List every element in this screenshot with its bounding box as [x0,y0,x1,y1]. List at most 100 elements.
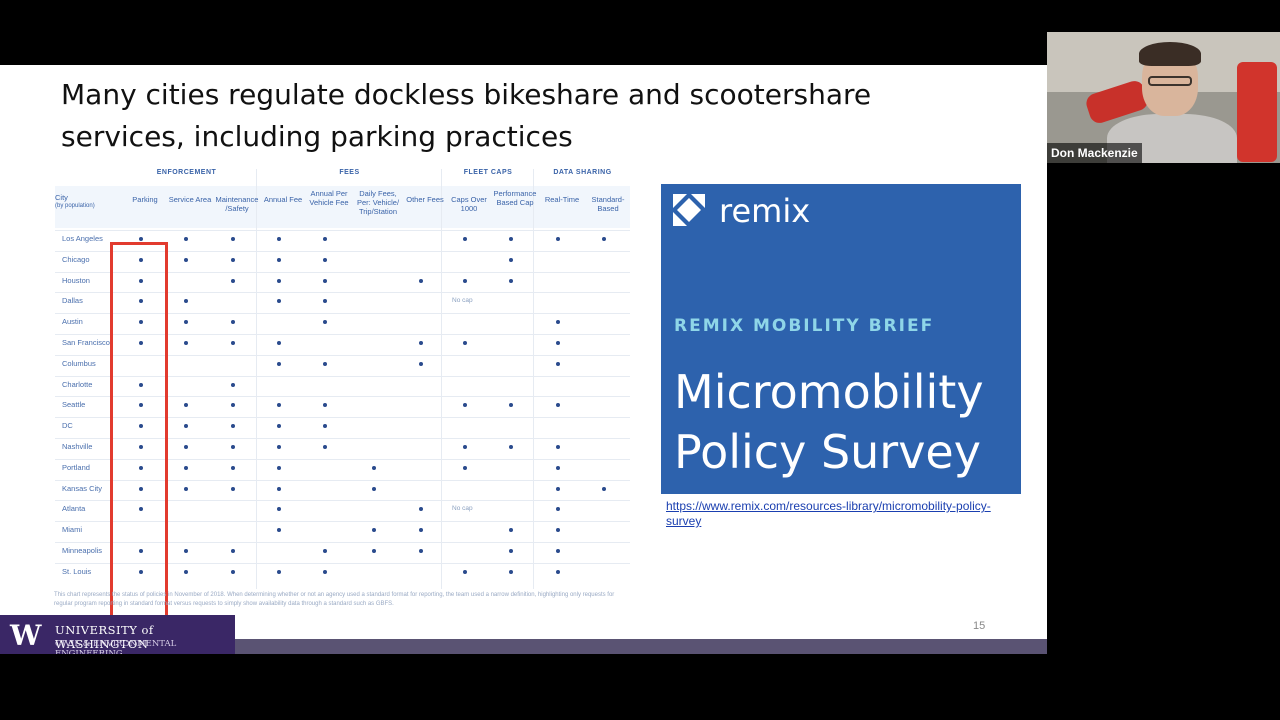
table-cell-dot [419,341,423,345]
column-header-10: Standard-Based [591,195,625,213]
table-cell-dot [372,486,376,491]
column-header-7: Caps Over 1000 [451,195,487,213]
table-cell-dot [277,486,281,491]
column-group-3: DATA SHARING [553,169,612,176]
table-cell-dot [509,237,513,241]
table-row-city: Atlanta [62,504,86,514]
table-cell-dot [231,257,235,262]
table-cell-dot [419,361,423,366]
table-cell-note: No cap [452,505,473,513]
table-cell-dot [231,320,235,325]
table-cell-dot [231,486,235,491]
table-cell-dot [556,486,560,491]
table-cell-dot [323,299,327,304]
table-cell-dot [277,403,281,408]
participant-video[interactable]: Don Mackenzie [1047,32,1280,163]
remix-brief-cover: remix REMIX MOBILITY BRIEF Micromobility… [661,184,1021,494]
table-cell-dot [509,549,513,553]
remix-brand-name: remix [719,192,811,230]
table-cell-dot [231,424,235,429]
table-cell-dot [184,257,188,262]
table-cell-dot [184,299,188,304]
table-cell-dot [602,486,606,491]
column-header-2: Maintenance /Safety [215,195,259,213]
column-header-4: Annual Per Vehicle Fee [309,189,349,207]
table-cell-dot [509,528,513,533]
table-cell-dot [372,549,376,553]
table-cell-dot [323,569,327,574]
presentation-slide: Many cities regulate dockless bikeshare … [0,65,1047,654]
table-cell-dot [419,549,423,553]
survey-link[interactable]: https://www.remix.com/resources-library/… [666,499,1006,529]
table-cell-dot [277,465,281,470]
table-cell-dot [556,403,560,408]
column-group-0: ENFORCEMENT [156,169,217,176]
table-cell-dot [231,445,235,449]
table-cell-dot [556,569,560,574]
department-name: CIVIL & ENVIRONMENTAL ENGINEERING [55,639,177,654]
table-cell-dot [556,445,560,449]
column-header-5: Daily Fees, Per: Vehicle/ Trip/Station [356,189,400,216]
table-row-city: Seattle [62,400,86,410]
table-cell-dot [323,549,327,553]
brief-title: Micromobility Policy Survey [674,362,984,482]
table-cell-dot [463,237,467,241]
table-cell-dot [419,507,423,512]
table-cell-dot [509,445,513,449]
table-cell-dot [231,403,235,408]
table-cell-dot [463,465,467,470]
table-cell-dot [231,549,235,553]
table-cell-dot [323,320,327,325]
table-cell-dot [231,237,235,241]
group-separator-1 [441,169,442,589]
remix-logo-icon [673,194,705,226]
table-cell-dot [509,569,513,574]
table-cell-dot [556,237,560,241]
scooter-shape-right [1237,62,1277,162]
table-cell-dot [323,361,327,366]
group-separator-2 [533,169,534,589]
column-group-1: FEES [339,169,360,176]
table-cell-dot [323,237,327,241]
table-cell-dot [323,278,327,283]
table-cell-dot [184,486,188,491]
table-cell-dot [277,341,281,345]
column-header-3: Annual Fee [263,195,303,204]
city-column-header: City [55,193,68,202]
table-cell-dot [277,361,281,366]
table-cell-dot [463,445,467,449]
table-cell-dot [139,237,143,241]
table-cell-dot [556,528,560,533]
table-cell-dot [184,237,188,241]
footer-bar [235,639,1047,654]
table-cell-dot [277,569,281,574]
table-cell-dot [323,445,327,449]
table-cell-dot [277,299,281,304]
table-cell-dot [184,424,188,429]
table-row-city: Portland [62,462,90,472]
table-cell-dot [184,445,188,449]
table-cell-dot [509,403,513,408]
table-cell-dot [277,424,281,429]
table-cell-dot [277,278,281,283]
table-cell-dot [323,257,327,262]
table-cell-dot [184,320,188,325]
table-row-city: Chicago [62,254,90,264]
table-row-city: Columbus [62,358,96,368]
table-row-city: Austin [62,317,83,327]
table-cell-dot [231,382,235,387]
table-cell-dot [323,403,327,408]
uw-w-logo: W [10,619,42,652]
column-group-2: FLEET CAPS [463,169,513,176]
table-row-city: Houston [62,275,90,285]
table-cell-dot [463,403,467,408]
table-row-city: Minneapolis [62,546,103,555]
column-header-8: Performance Based Cap [493,189,537,207]
table-cell-dot [419,528,423,533]
table-cell-dot [184,403,188,408]
participant-hair [1139,42,1201,66]
table-cell-dot [277,257,281,262]
uw-footer: W UNIVERSITY of WASHINGTON CIVIL & ENVIR… [0,615,235,654]
participant-glasses [1148,76,1192,86]
table-cell-dot [231,465,235,470]
